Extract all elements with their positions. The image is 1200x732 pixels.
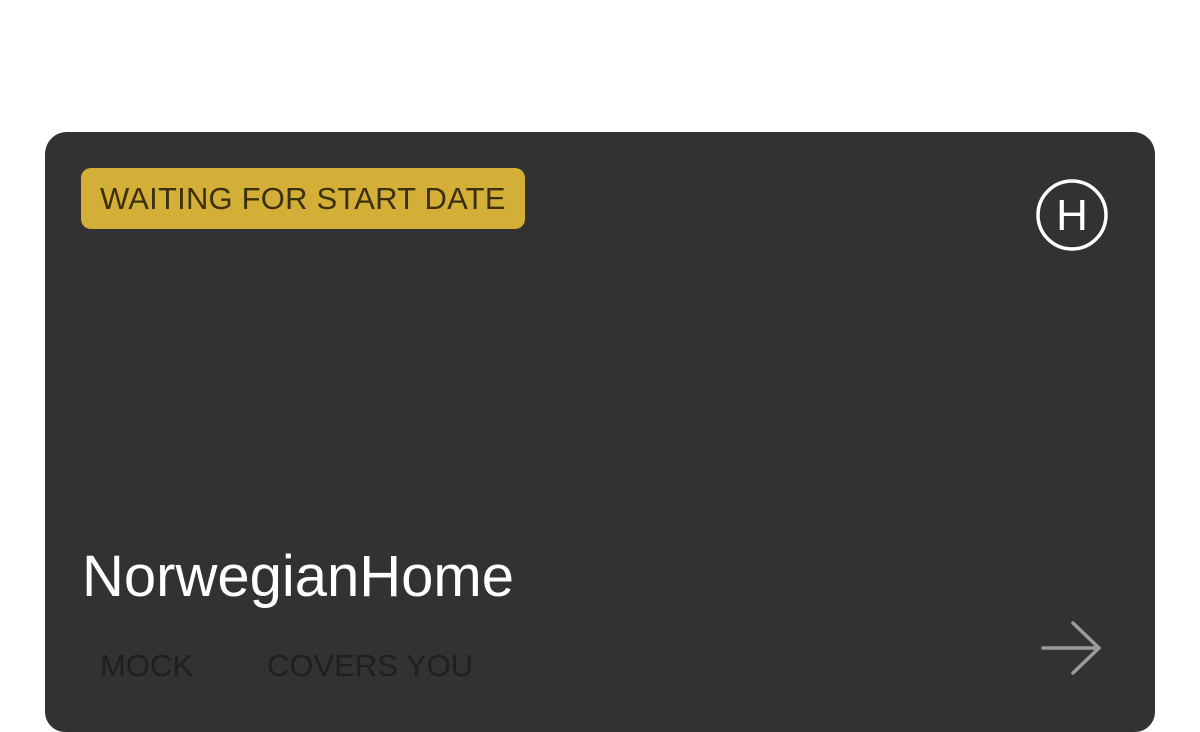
status-badge: WAITING FOR START DATE — [81, 168, 525, 229]
card-title: NorwegianHome — [82, 544, 514, 609]
circled-h-icon: H — [1036, 179, 1108, 251]
tag-mock: MOCK — [100, 648, 193, 683]
tag-covers-you: COVERS YOU — [267, 648, 474, 683]
logo-letter: H — [1056, 191, 1088, 240]
insurance-card[interactable]: WAITING FOR START DATE H NorwegianHome M… — [45, 132, 1155, 732]
status-badge-label: WAITING FOR START DATE — [100, 180, 506, 216]
arrow-right-icon[interactable] — [1041, 620, 1105, 676]
